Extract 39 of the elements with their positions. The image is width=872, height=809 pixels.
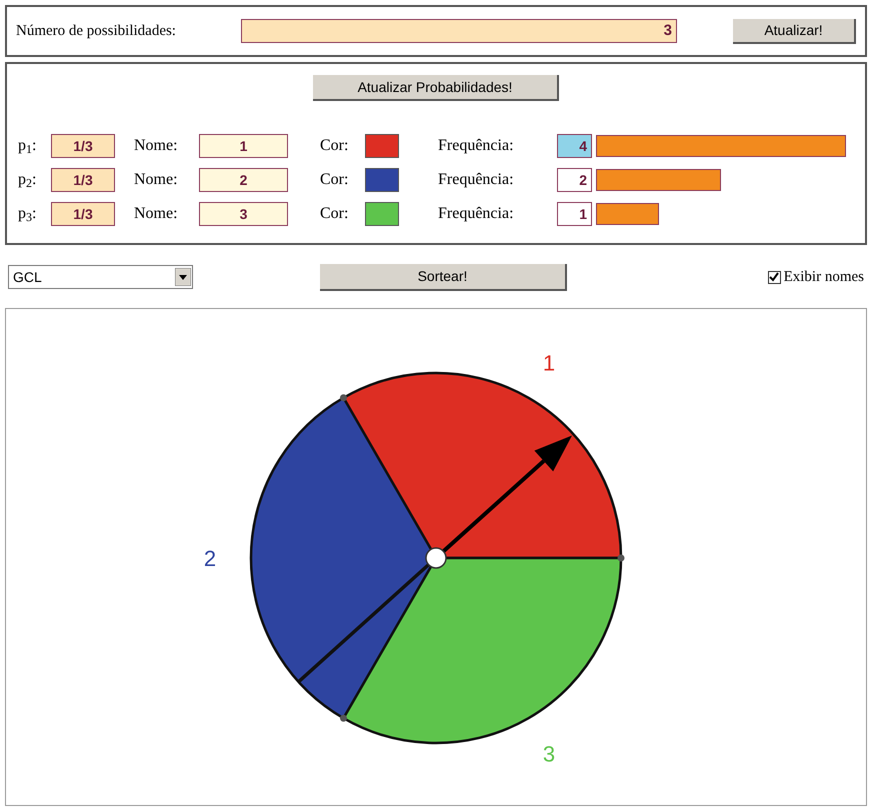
color-label: Cor:: [320, 170, 350, 190]
name-label: Nome:: [134, 136, 179, 156]
method-value: GCL: [12, 268, 43, 286]
dropdown-arrow-icon: [175, 268, 191, 286]
color-label: Cor:: [320, 204, 350, 224]
show-names-checkbox[interactable]: [768, 270, 781, 284]
frequency-label: Frequência:: [438, 136, 515, 156]
center-hub-icon: [425, 547, 447, 569]
update-button[interactable]: Atualizar!: [733, 18, 856, 44]
name-field[interactable]: 1: [199, 134, 288, 158]
frequency-field[interactable]: 4: [557, 134, 592, 158]
color-label: Cor:: [320, 136, 350, 156]
color-swatch[interactable]: [365, 134, 399, 158]
probability-label: p$_{2}$:: [18, 170, 38, 192]
show-names-label: Exibir nomes: [784, 268, 864, 287]
method-dropdown[interactable]: GCL: [8, 265, 193, 289]
frequency-field[interactable]: 2: [557, 168, 592, 192]
probability-field[interactable]: 1/3: [51, 202, 115, 226]
update-probabilities-button[interactable]: Atualizar Probabilidades!: [313, 75, 559, 101]
color-swatch[interactable]: [365, 202, 399, 226]
frequency-field[interactable]: 1: [557, 202, 592, 226]
possibilities-label: Número de possibilidades:: [16, 22, 177, 41]
frequency-label: Frequência:: [438, 170, 515, 190]
draw-button[interactable]: Sortear!: [320, 264, 567, 290]
name-field[interactable]: 2: [199, 168, 288, 192]
slice-label: 3: [542, 742, 556, 767]
name-field[interactable]: 3: [199, 202, 288, 226]
slice-label: 1: [542, 350, 556, 376]
color-swatch[interactable]: [365, 168, 399, 192]
name-label: Nome:: [134, 204, 179, 224]
possibilities-field[interactable]: 3: [241, 19, 677, 43]
name-label: Nome:: [134, 170, 179, 190]
probability-label: p$_{1}$:: [18, 136, 38, 158]
probability-field[interactable]: 1/3: [51, 168, 115, 192]
probability-label: p$_{3}$:: [18, 204, 38, 226]
slice-label: 2: [204, 546, 216, 571]
probability-field[interactable]: 1/3: [51, 134, 115, 158]
frequency-label: Frequência:: [438, 204, 515, 224]
frequency-bar: [596, 203, 658, 225]
